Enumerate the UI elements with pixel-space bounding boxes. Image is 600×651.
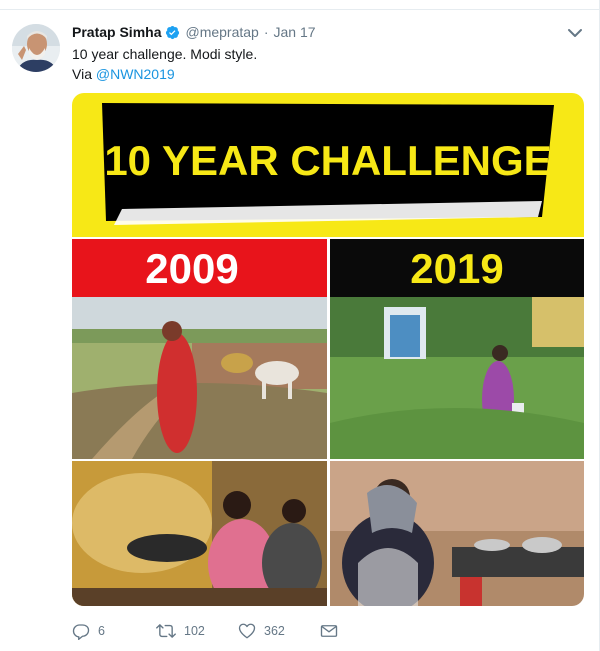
author-name[interactable]: Pratap Simha [72, 24, 161, 40]
reply-count: 6 [98, 624, 105, 638]
retweet-count: 102 [184, 624, 205, 638]
year-label-2009: 2009 [145, 245, 238, 292]
photo-2019-toilet [330, 297, 584, 459]
avatar-image [12, 24, 60, 72]
tweet-text-line: 10 year challenge. Modi style. [72, 46, 258, 62]
tweet-card[interactable]: Pratap Simha @mepratap · Jan 17 10 year … [0, 0, 600, 651]
mention-link[interactable]: @NWN2019 [96, 66, 175, 82]
tweet-via-line: Via @NWN2019 [72, 64, 257, 84]
banner-title: 10 YEAR CHALLENGE [104, 137, 551, 184]
tweet-actions: 6 102 362 [72, 620, 572, 642]
reply-button[interactable]: 6 [72, 622, 156, 640]
ten-year-challenge-image: 10 YEAR CHALLENGE 2009 2019 [72, 93, 584, 606]
retweet-icon [156, 624, 176, 638]
like-button[interactable]: 362 [238, 622, 320, 640]
via-label: Via [72, 66, 96, 82]
year-label-2019: 2019 [410, 245, 503, 292]
photo-2009-chulha [72, 461, 327, 606]
like-count: 362 [264, 624, 285, 638]
previous-tweet-divider [0, 0, 600, 10]
photo-2009-field [72, 297, 327, 459]
tweet-media-image[interactable]: 10 YEAR CHALLENGE 2009 2019 [72, 93, 584, 606]
tweet-date[interactable]: Jan 17 [274, 24, 316, 40]
reply-icon [72, 624, 90, 640]
chevron-down-icon[interactable] [566, 26, 584, 40]
heart-icon [238, 623, 256, 639]
author-handle[interactable]: @mepratap [185, 24, 258, 40]
photo-2019-gas-stove [330, 461, 584, 606]
tweet-header: Pratap Simha @mepratap · Jan 17 [72, 22, 316, 42]
header-separator: · [263, 24, 269, 40]
direct-message-button[interactable] [320, 622, 338, 640]
tweet-text: 10 year challenge. Modi style. Via @NWN2… [72, 44, 257, 84]
verified-badge-icon [166, 25, 180, 39]
retweet-button[interactable]: 102 [156, 622, 238, 640]
envelope-icon [320, 625, 338, 637]
avatar[interactable] [12, 24, 60, 72]
